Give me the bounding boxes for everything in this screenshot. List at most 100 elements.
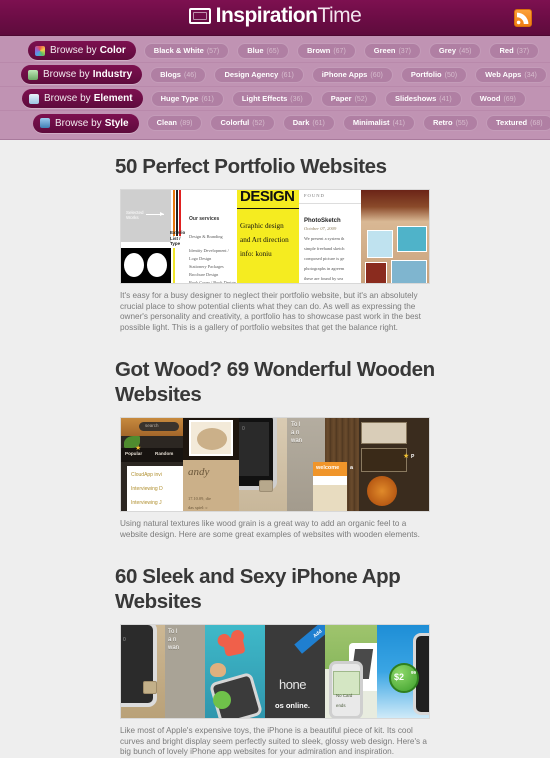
thumb-text: Brochure Design <box>189 272 219 277</box>
tag-blogs[interactable]: Blogs (46) <box>150 66 207 83</box>
article-title[interactable]: 50 Perfect Portfolio Websites <box>115 154 435 179</box>
thumbnail-5: No Card ends <box>325 625 377 718</box>
thumbnail-4: Add hone os online. <box>265 625 325 718</box>
tag-count: (45) <box>459 47 472 55</box>
article-title[interactable]: 60 Sleek and Sexy iPhone App Websites <box>115 564 435 614</box>
thumb-text: and Art direction <box>240 236 289 244</box>
tag-paper[interactable]: Paper (52) <box>320 90 378 107</box>
tag-count: (89) <box>180 120 193 127</box>
article-portfolio-websites: 50 Perfect Portfolio Websites Selected Wo… <box>0 154 550 333</box>
tag-label: Light Effects <box>241 93 288 103</box>
thumb-text: search <box>145 423 159 428</box>
logo-text: InspirationTime <box>216 5 362 27</box>
tag-label: Colorful <box>220 118 250 127</box>
browse-by-industry-button[interactable]: Browse by Industry <box>21 65 143 84</box>
tag-portfolio[interactable]: Portfolio (50) <box>400 66 468 83</box>
thumb-text: Stationery Packages <box>189 264 224 269</box>
tag-clean[interactable]: Clean (89) <box>146 115 203 131</box>
thumb-text: a <box>350 465 354 471</box>
tag-slideshows[interactable]: Slideshows (41) <box>385 90 462 107</box>
thumb-text: $2 <box>394 672 405 682</box>
thumb-text: andy <box>188 466 210 478</box>
tag-minimalist[interactable]: Minimalist (41) <box>342 115 415 131</box>
tag-count: (61) <box>201 95 214 103</box>
browse-category: Industry <box>92 69 133 80</box>
tag-retro[interactable]: Retro (55) <box>422 115 479 131</box>
tag-count: (52) <box>354 95 368 103</box>
thumb-text: Book Cover / Book Design <box>189 280 236 283</box>
thumb-text: To l <box>168 629 178 635</box>
tag-web-apps[interactable]: Web Apps (34) <box>475 66 547 83</box>
tag-label: Paper <box>330 93 352 103</box>
tag-huge-type[interactable]: Huge Type (61) <box>150 90 224 107</box>
tag-label: Textured <box>496 118 528 127</box>
thumb-text: List / <box>170 235 181 241</box>
thumbnail-2: andy 17.10.09, die das spiel: c <box>183 418 239 511</box>
tag-label: Brown <box>306 45 331 55</box>
tag-light-effects[interactable]: Light Effects (36) <box>231 90 313 107</box>
article-thumbnail-strip[interactable]: SelectedWorks ExteriorList /Type Our ser… <box>120 189 430 284</box>
tag-label: Slideshows <box>395 93 437 103</box>
tag-count: (41) <box>439 95 452 103</box>
tag-count: (55) <box>455 120 469 127</box>
tag-red[interactable]: Red (37) <box>489 42 540 59</box>
tag-label: iPhone Apps <box>321 69 368 79</box>
tag-dark[interactable]: Dark (61) <box>282 115 335 131</box>
article-thumbnail-strip[interactable]: search ★ Popular Random CloudApp invi In… <box>120 417 430 512</box>
tag-label: Blue <box>247 45 264 55</box>
tag-count: (41) <box>392 120 405 127</box>
thumbnail-4: To l a n wan welcome a <box>287 418 359 511</box>
tag-blue[interactable]: Blue (65) <box>237 42 289 59</box>
tag-label: Wood <box>479 93 501 103</box>
site-logo[interactable]: InspirationTime <box>0 5 550 27</box>
browse-category: Style <box>104 117 129 129</box>
tag-wood[interactable]: Wood (69) <box>469 90 526 107</box>
browse-by-color-button[interactable]: Browse by Color <box>28 41 136 60</box>
thumb-text: os online. <box>275 701 311 710</box>
thumbnail-3: DESIGN Graphic design and Art direction … <box>237 190 299 283</box>
thumb-text: hone <box>279 677 306 692</box>
browse-label: Browse by <box>43 69 90 80</box>
tag-label: Huge Type <box>160 93 199 103</box>
picture-icon <box>40 118 50 128</box>
thumb-text: wan <box>168 645 180 651</box>
article-title[interactable]: Got Wood? 69 Wonderful Wooden Websites <box>115 357 435 407</box>
tag-grey[interactable]: Grey (45) <box>428 42 482 59</box>
tag-iphone-apps[interactable]: iPhone Apps (60) <box>311 66 393 83</box>
tag-label: Retro <box>432 118 453 127</box>
thumb-text: DESIGN <box>240 190 295 205</box>
rss-icon[interactable] <box>514 9 532 27</box>
tag-count: (52) <box>252 120 265 127</box>
tag-count: (60) <box>370 71 383 79</box>
browse-by-element-button[interactable]: Browse by Element <box>22 89 143 108</box>
tag-count: (57) <box>206 47 220 55</box>
thumbnail-6: $2 99 <box>377 625 429 718</box>
nav-row-style: Browse by Style Clean (89) Colorful (52) D… <box>0 111 550 135</box>
thumbnail-5 <box>361 190 429 283</box>
tag-textured[interactable]: Textured (68) <box>486 115 550 131</box>
tag-brown[interactable]: Brown (67) <box>296 42 356 59</box>
article-wooden-websites: Got Wood? 69 Wonderful Wooden Websites s… <box>0 357 550 540</box>
thumb-text: these are found by sea <box>304 276 344 281</box>
logo-light: Time <box>317 4 362 27</box>
article-thumbnail-strip[interactable]: 0 To la n wan Add hone os online. No Car… <box>120 624 430 719</box>
article-excerpt: Like most of Apple's expensive toys, the… <box>120 726 427 756</box>
thumb-text: Design & Branding <box>189 234 223 239</box>
thumb-text: PhotoSketch <box>304 218 341 224</box>
tag-count: (46) <box>183 71 197 79</box>
tag-count: (36) <box>290 95 303 103</box>
tag-green[interactable]: Green (37) <box>363 42 421 59</box>
thumb-text: No Card <box>336 693 353 698</box>
browse-label: Browse by <box>50 45 97 56</box>
tag-design-agency[interactable]: Design Agency (61) <box>214 66 304 83</box>
tag-colorful[interactable]: Colorful (52) <box>210 115 275 131</box>
thumb-text: photographs in agreem <box>304 266 345 271</box>
thumb-text: info: koniu <box>240 250 272 258</box>
thumbnail-3: 0 <box>239 418 287 511</box>
thumb-text: Works <box>126 215 139 220</box>
browse-category: Element <box>93 93 133 104</box>
tag-black-and-white[interactable]: Black & White (57) <box>143 42 230 59</box>
browse-by-style-button[interactable]: Browse by Style <box>33 113 139 133</box>
